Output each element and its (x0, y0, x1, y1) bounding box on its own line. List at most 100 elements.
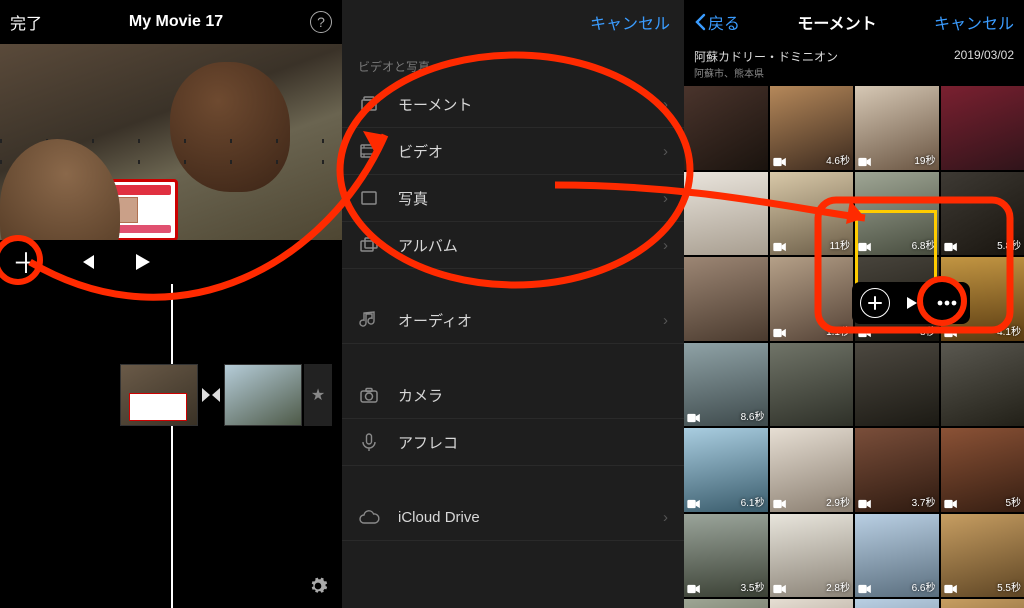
imovie-editor-panel: 完了 My Movie 17 ? ＋ ★ (0, 0, 342, 608)
list-item-moments[interactable]: モーメント › (342, 81, 684, 128)
moments-thumb[interactable]: 3.5秒 (684, 514, 768, 598)
moments-thumb[interactable]: 8.6秒 (684, 343, 768, 427)
clip-duration: 5秒 (1005, 494, 1021, 509)
video-preview[interactable] (0, 44, 342, 240)
chevron-right-icon: › (663, 143, 668, 160)
clip-duration: 8秒 (920, 323, 936, 338)
clip-duration: 6.8秒 (912, 237, 936, 252)
list-item-album[interactable]: アルバム › (342, 222, 684, 269)
clip-duration: 3.5秒 (741, 579, 765, 594)
moments-thumb[interactable]: 2.8秒 (770, 514, 854, 598)
photo-icon (358, 187, 380, 209)
media-picker-panel: キャンセル ビデオと写真 モーメント › ビデオ › 写真 › (342, 0, 684, 608)
list-item-label: モーメント (398, 94, 472, 115)
add-clip-button[interactable] (860, 288, 890, 318)
moments-thumb[interactable]: 5.5秒 (941, 514, 1024, 598)
list-item-camera[interactable]: カメラ (342, 372, 684, 419)
moments-icon (358, 93, 380, 115)
list-item-voiceover[interactable]: アフレコ (342, 419, 684, 466)
list-item-label: アルバム (398, 235, 458, 256)
moments-thumb[interactable]: 5.8秒 (941, 172, 1024, 256)
timeline-clip[interactable] (120, 364, 198, 426)
camera-icon (358, 384, 380, 406)
back-label: 戻る (708, 10, 740, 34)
moments-thumb[interactable] (855, 343, 939, 427)
collection-header: 阿蘇カドリー・ドミニオン 阿蘇市、熊本県 2019/03/02 (684, 44, 1024, 86)
playhead[interactable] (171, 284, 173, 608)
video-icon (358, 140, 380, 162)
audio-icon (358, 309, 380, 331)
moments-thumb[interactable] (684, 86, 768, 170)
list-item-label: ビデオ (398, 141, 443, 162)
decorative (0, 160, 342, 164)
clip-duration: 4.6秒 (826, 152, 850, 167)
favorite-button[interactable]: ★ (304, 364, 332, 426)
moments-thumb[interactable]: 3.7秒 (855, 428, 939, 512)
moments-thumb[interactable]: 5秒 (941, 428, 1024, 512)
moments-thumb[interactable] (770, 343, 854, 427)
collection-date: 2019/03/02 (954, 48, 1014, 62)
clip-duration: 4.1秒 (997, 323, 1021, 338)
transport-bar: ＋ (0, 240, 342, 284)
clip-duration: 5.5秒 (997, 579, 1021, 594)
chevron-right-icon: › (663, 190, 668, 207)
moments-thumb[interactable]: 11秒 (770, 172, 854, 256)
clip-duration: 1.1秒 (826, 323, 850, 338)
moments-thumb[interactable] (684, 257, 768, 341)
moments-thumb[interactable] (941, 86, 1024, 170)
clip-duration: 2.9秒 (826, 494, 850, 509)
play-clip-button[interactable] (896, 288, 926, 318)
cancel-button[interactable]: キャンセル (590, 10, 670, 34)
help-icon[interactable]: ? (310, 11, 332, 33)
decorative (0, 139, 342, 143)
icloud-icon (358, 506, 380, 528)
list-item-label: オーディオ (398, 310, 472, 331)
moments-thumb[interactable] (855, 599, 939, 608)
moments-thumb[interactable]: 6.1秒 (684, 428, 768, 512)
moments-thumb[interactable] (684, 172, 768, 256)
moments-thumb[interactable] (770, 599, 854, 608)
project-title: My Movie 17 (129, 13, 223, 31)
chevron-right-icon: › (663, 312, 668, 329)
list-item-label: カメラ (398, 385, 443, 406)
moments-thumb[interactable] (684, 599, 768, 608)
list-item-label: アフレコ (398, 432, 458, 453)
album-icon (358, 234, 380, 256)
moments-thumb[interactable]: 1.1秒 (770, 257, 854, 341)
clip-action-popover (852, 282, 970, 324)
clip-duration: 11秒 (830, 237, 850, 252)
skip-back-button[interactable] (78, 253, 96, 271)
transition-icon[interactable] (198, 382, 224, 408)
list-item-icloud[interactable]: iCloud Drive › (342, 494, 684, 541)
moments-thumb[interactable] (941, 343, 1024, 427)
list-item-photo[interactable]: 写真 › (342, 175, 684, 222)
list-item-audio[interactable]: オーディオ › (342, 297, 684, 344)
moments-thumb[interactable] (941, 599, 1024, 608)
moments-thumb[interactable]: 6.6秒 (855, 514, 939, 598)
decorative (40, 179, 178, 240)
moments-thumb[interactable]: 6.8秒 (855, 172, 939, 256)
moments-thumb[interactable]: 19秒 (855, 86, 939, 170)
cancel-button[interactable]: キャンセル (934, 10, 1014, 34)
add-media-button[interactable]: ＋ (10, 246, 42, 278)
list-item-video[interactable]: ビデオ › (342, 128, 684, 175)
done-button[interactable]: 完了 (10, 10, 42, 34)
settings-icon[interactable] (304, 572, 332, 600)
moments-thumb[interactable]: 2.9秒 (770, 428, 854, 512)
clip-duration: 8.6秒 (741, 408, 765, 423)
timeline[interactable]: ★ (0, 284, 342, 608)
back-button[interactable]: 戻る (694, 10, 740, 34)
clip-duration: 6.6秒 (912, 579, 936, 594)
clip-duration: 2.8秒 (826, 579, 850, 594)
chevron-right-icon: › (663, 96, 668, 113)
play-button[interactable] (132, 252, 152, 272)
more-options-button[interactable] (932, 288, 962, 318)
picker-header: キャンセル (342, 0, 684, 44)
chevron-right-icon: › (663, 237, 668, 254)
media-type-list: モーメント › ビデオ › 写真 › アルバム › (342, 81, 684, 269)
page-title: モーメント (797, 10, 876, 34)
moments-thumb[interactable]: 4.6秒 (770, 86, 854, 170)
timeline-clip[interactable] (224, 364, 302, 426)
clip-duration: 6.1秒 (741, 494, 765, 509)
moments-header: 戻る モーメント キャンセル (684, 0, 1024, 44)
